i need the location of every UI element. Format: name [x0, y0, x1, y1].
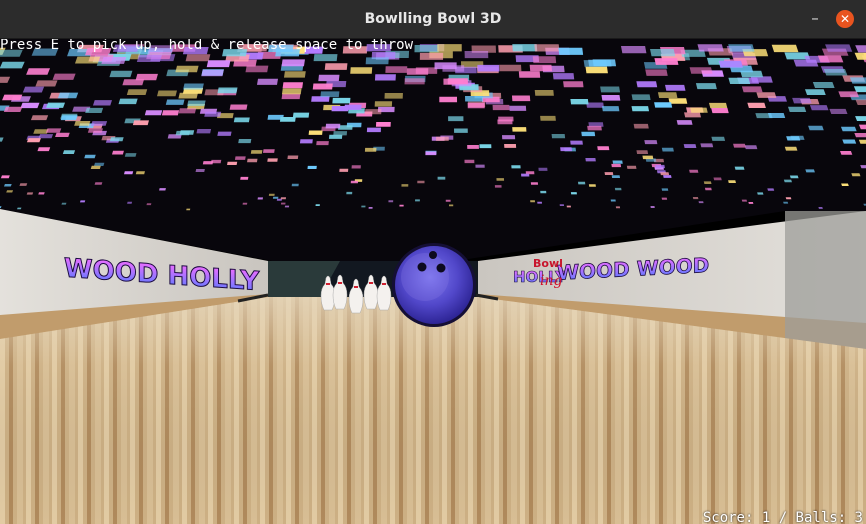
minimize-icon[interactable]: –	[806, 10, 824, 28]
logo-text-bottom: ing	[540, 273, 562, 289]
scene-render: WOOD HOLLY HOLLY WOOD WOOD Bowl ing	[0, 39, 866, 524]
window-titlebar[interactable]: Bowlling Bowl 3D – ✕	[0, 0, 866, 39]
controls-hint: Press E to pick up, hold & release space…	[0, 39, 414, 53]
finger-hole	[429, 251, 437, 259]
thumb-hole	[436, 263, 446, 273]
window-title: Bowlling Bowl 3D	[364, 11, 502, 27]
score-readout: Score: 1 / Balls: 3	[702, 510, 863, 524]
game-viewport[interactable]: WOOD HOLLY HOLLY WOOD WOOD Bowl ing Pres…	[0, 39, 866, 524]
logo-text-top: Bowl	[533, 257, 563, 270]
bowling-ball[interactable]	[392, 243, 476, 327]
ceiling	[0, 39, 866, 261]
finger-hole	[417, 262, 427, 272]
right-wall-panel	[785, 211, 866, 351]
close-icon[interactable]: ✕	[836, 10, 854, 28]
